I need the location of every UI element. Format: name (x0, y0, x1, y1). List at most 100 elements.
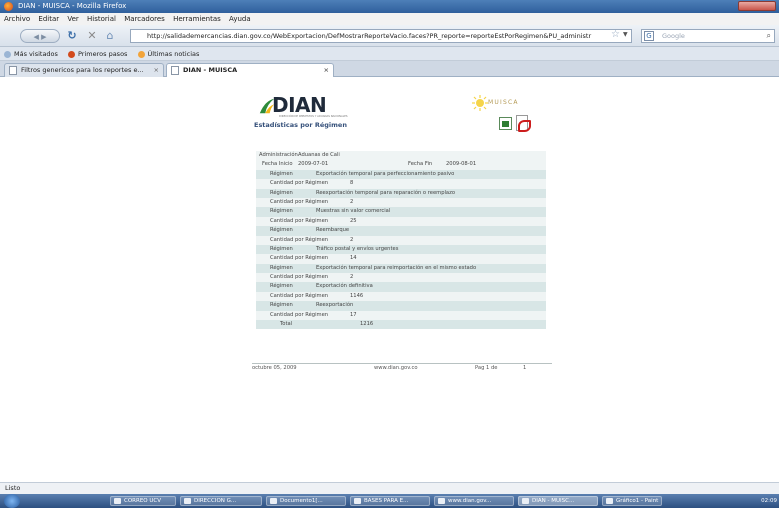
footer-page-total: 1 (523, 365, 527, 371)
cantidad-value: 25 (350, 217, 357, 224)
admin-label: Administración (259, 152, 298, 158)
taskbar-item[interactable]: DIRECCION G... (180, 496, 262, 506)
regimen-name: Reembarque (316, 227, 350, 234)
bookmark-label: Últimas noticias (147, 50, 200, 58)
page-icon (171, 66, 179, 75)
cantidad-row: Cantidad por Régimen 17 (256, 310, 546, 321)
admin-row: Administración Aduanas de Cali (256, 151, 546, 161)
home-icon[interactable]: ⌂ (104, 29, 116, 43)
fecha-inicio-value: 2009-07-01 (298, 161, 329, 168)
status-bar: Listo (0, 482, 779, 494)
cantidad-label: Cantidad por Régimen (270, 198, 329, 205)
regimen-name: Exportación temporal para reimportación … (316, 264, 477, 271)
window-titlebar[interactable]: DIAN - MUISCA - Mozilla Firefox (0, 0, 779, 13)
search-icon[interactable]: ⌕ (767, 30, 771, 42)
total-value: 1216 (360, 321, 374, 328)
report: DIAN DIRECCIÓN DE IMPUESTOS Y ADUANAS NA… (252, 93, 552, 371)
total-label: Total (280, 321, 293, 328)
cantidad-value: 2 (350, 236, 354, 243)
menu-ayuda[interactable]: Ayuda (229, 15, 251, 23)
fecha-fin-value: 2009-08-01 (446, 161, 477, 168)
taskbar-item[interactable]: CORREO UCV (110, 496, 176, 506)
total-row: Total 1216 (256, 320, 546, 330)
regimen-label: Régimen (270, 283, 293, 290)
close-tab-icon[interactable]: × (324, 64, 329, 77)
menu-editar[interactable]: Editar (38, 15, 59, 23)
menu-marcadores[interactable]: Marcadores (124, 15, 165, 23)
page-viewport: DIAN DIRECCIÓN DE IMPUESTOS Y ADUANAS NA… (0, 78, 779, 482)
regimen-label: Régimen (270, 245, 293, 252)
cantidad-label: Cantidad por Régimen (270, 180, 329, 187)
url-dropdown-icon[interactable]: ▼ (623, 29, 628, 41)
regimen-row: Régimen Exportación temporal para perfecc… (256, 169, 546, 180)
bookmark-primeros-pasos[interactable]: Primeros pasos (68, 47, 127, 61)
regimen-label: Régimen (270, 302, 293, 309)
menu-herramientas[interactable]: Herramientas (173, 15, 221, 23)
cantidad-row: Cantidad por Régimen 25 (256, 216, 546, 227)
report-title: Estadísticas por Régimen (254, 121, 347, 129)
page-icon (9, 66, 17, 75)
regimen-name: Muestras sin valor comercial (316, 208, 391, 215)
tab-label: DIAN - MUISCA (183, 66, 238, 74)
bookmark-mas-visitados[interactable]: Más visitados (4, 47, 58, 61)
taskbar-item-active[interactable]: DIAN - MUISC... (518, 496, 598, 506)
report-table: Administración Aduanas de Cali Fecha Ini… (256, 151, 546, 330)
cantidad-label: Cantidad por Régimen (270, 274, 329, 281)
system-tray-clock[interactable]: 02:09 (705, 496, 777, 506)
menu-historial[interactable]: Historial (87, 15, 116, 23)
cantidad-label: Cantidad por Régimen (270, 292, 329, 299)
menu-ver[interactable]: Ver (67, 15, 78, 23)
cantidad-row: Cantidad por Régimen 2 (256, 197, 546, 208)
regimen-label: Régimen (270, 227, 293, 234)
taskbar-item[interactable]: Documento1[... (266, 496, 346, 506)
menu-bar: Archivo Editar Ver Historial Marcadores … (0, 13, 779, 25)
dates-row: Fecha Inicio 2009-07-01 Fecha Fin 2009-0… (256, 160, 546, 170)
excel-export-icon[interactable] (499, 117, 512, 130)
cantidad-value: 8 (350, 180, 354, 187)
footer-page-label: Pag 1 de (475, 365, 498, 371)
taskbar-item[interactable]: Gráfico1 - Paint (602, 496, 662, 506)
cantidad-value: 2 (350, 198, 354, 205)
report-footer: octubre 05, 2009 www.dian.gov.co Pag 1 d… (252, 363, 552, 373)
dian-logo-text: DIAN (272, 93, 327, 117)
cantidad-row: Cantidad por Régimen 1146 (256, 291, 546, 302)
bookmarks-toolbar: Más visitados Primeros pasos Últimas not… (0, 47, 779, 61)
taskbar-item[interactable]: BASES PARA E... (350, 496, 430, 506)
bookmark-label: Más visitados (14, 50, 58, 58)
fecha-inicio-label: Fecha Inicio (262, 161, 293, 168)
stop-icon[interactable]: ✕ (86, 29, 98, 43)
tab-dian-muisca[interactable]: DIAN - MUISCA × (166, 63, 334, 77)
firefox-bookmark-icon (68, 50, 75, 58)
regimen-row: Régimen Reembarque (256, 226, 546, 236)
taskbar-item[interactable]: www.dian.gov... (434, 496, 514, 506)
search-engine-icon[interactable]: G (644, 31, 654, 41)
reload-icon[interactable]: ↻ (66, 29, 78, 43)
search-input[interactable]: G Google ⌕ (641, 29, 775, 43)
cantidad-value: 17 (350, 311, 357, 318)
search-placeholder: Google (662, 32, 685, 40)
tab-filtros[interactable]: Filtros genericos para los reportes e...… (4, 63, 164, 77)
window-controls[interactable] (738, 1, 776, 11)
pdf-export-icon[interactable] (516, 115, 531, 132)
footer-site: www.dian.gov.co (374, 365, 418, 371)
regimen-label: Régimen (270, 208, 293, 215)
cantidad-row: Cantidad por Régimen 8 (256, 179, 546, 189)
url-bar[interactable]: http://salidademercancias.dian.gov.co/We… (130, 29, 632, 43)
start-button[interactable] (4, 494, 20, 508)
close-tab-icon[interactable]: × (154, 64, 159, 77)
bookmark-ultimas-noticias[interactable]: Últimas noticias (137, 47, 200, 61)
report-header: DIAN DIRECCIÓN DE IMPUESTOS Y ADUANAS NA… (252, 93, 552, 132)
rss-icon (137, 50, 145, 58)
regimen-list: Régimen Exportación temporal para perfecc… (256, 169, 546, 321)
bookmark-star-icon[interactable]: ☆ (611, 29, 620, 41)
regimen-label: Régimen (270, 189, 293, 196)
back-forward-button[interactable]: ◀ ▶ (20, 29, 60, 43)
navigation-toolbar: ◀ ▶ ↻ ✕ ⌂ http://salidademercancias.dian… (0, 25, 779, 47)
url-text: http://salidademercancias.dian.gov.co/We… (147, 32, 592, 40)
regimen-name: Exportación temporal para perfeccionamie… (316, 170, 455, 177)
cantidad-label: Cantidad por Régimen (270, 311, 329, 318)
bookmark-label: Primeros pasos (78, 50, 128, 58)
menu-archivo[interactable]: Archivo (4, 15, 30, 23)
taskbar: CORREO UCV DIRECCION G... Documento1[...… (0, 494, 779, 508)
folder-icon (4, 50, 11, 58)
